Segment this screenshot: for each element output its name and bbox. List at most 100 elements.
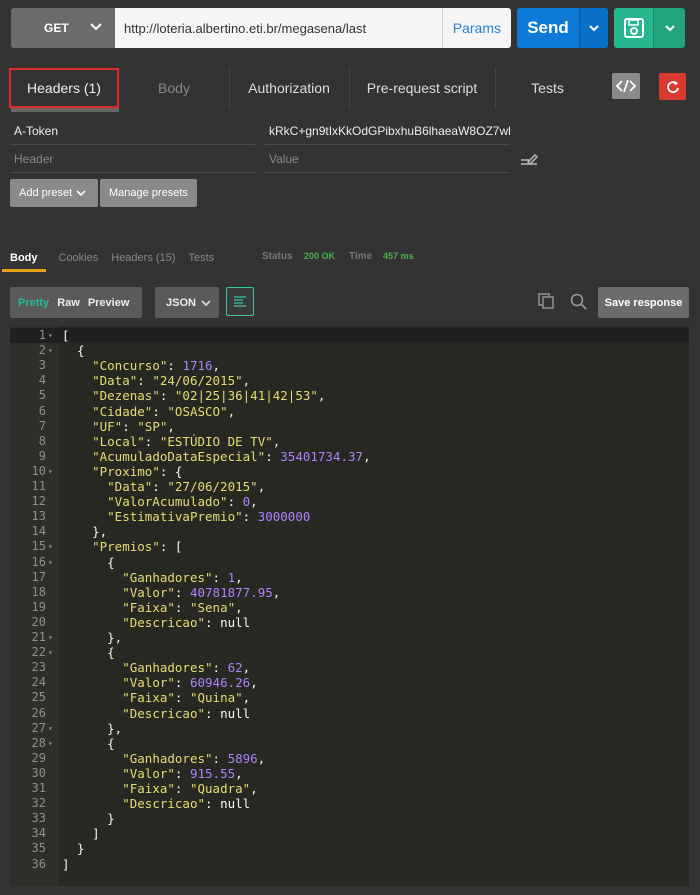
line-number: 6 (38, 403, 46, 418)
code-line: 8 "Local": "ESTÚDIO DE TV", (10, 434, 689, 449)
line-number: 28 (31, 735, 46, 750)
manage-presets-button[interactable]: Manage presets (100, 179, 197, 207)
code-text: "Cidade": "OSASCO", (92, 403, 236, 419)
reset-button[interactable] (659, 73, 686, 100)
time-value: 457 ms (383, 251, 414, 261)
save-button[interactable] (614, 8, 653, 48)
code-text: "Ganhadores": 62, (122, 660, 251, 676)
language-select[interactable]: JSON (155, 287, 219, 318)
format-raw[interactable]: Raw (57, 297, 80, 309)
code-line: 35 } (10, 841, 689, 856)
save-dropdown-button[interactable] (653, 8, 685, 48)
bulk-edit-icon[interactable] (519, 152, 539, 166)
tab-prerequest-script[interactable]: Pre-request script (349, 68, 494, 108)
fold-toggle-icon[interactable]: ▾ (48, 736, 58, 751)
code-line: 26 "Descricao": null (10, 706, 689, 721)
new-header-key-input[interactable]: Header (10, 146, 255, 173)
code-line: 22 ▾ { (10, 645, 689, 660)
code-line: 28 ▾ { (10, 736, 689, 751)
line-number: 31 (31, 781, 46, 795)
status-label: Status (262, 251, 293, 262)
header-key-input[interactable]: A-Token (10, 118, 255, 145)
tab-headers[interactable]: Headers (1) (9, 68, 119, 108)
code-text: "Descricao": null (122, 796, 251, 812)
send-dropdown-button[interactable] (579, 8, 608, 48)
wrap-lines-button[interactable] (226, 287, 254, 316)
code-text: { (62, 735, 115, 751)
add-preset-button[interactable]: Add preset (10, 179, 98, 207)
code-text: } (62, 841, 85, 857)
line-number: 13 (31, 509, 46, 524)
generate-code-button[interactable] (612, 73, 640, 99)
params-button[interactable]: Params (441, 8, 511, 48)
response-tabs: Body Cookies Headers (15) Tests (2, 246, 227, 272)
line-number: 14 (31, 524, 46, 539)
code-text: }, (62, 630, 123, 645)
fold-toggle-icon[interactable]: ▾ (48, 630, 58, 645)
code-text: }, (62, 720, 123, 736)
code-text: "Dezenas": "02|25|36|41|42|53", (92, 388, 326, 404)
line-number: 32 (31, 796, 46, 811)
code-line: 24 "Valor": 60946.26, (10, 675, 689, 690)
fold-toggle-icon[interactable]: ▾ (48, 721, 58, 736)
line-number: 11 (31, 479, 46, 493)
line-number: 3 (38, 358, 46, 373)
tab-response-body[interactable]: Body (2, 248, 46, 272)
code-line: 25 "Faixa": "Quina", (10, 690, 689, 705)
line-number: 21 (31, 630, 46, 644)
line-number: 17 (31, 569, 46, 584)
method-select[interactable]: GET (11, 8, 115, 48)
code-line: 30 "Valor": 915.55, (10, 766, 689, 781)
code-text: "Data": "24/06/2015", (92, 373, 251, 389)
save-response-button[interactable]: Save response (598, 287, 689, 318)
chevron-down-icon (90, 23, 102, 31)
fold-toggle-icon[interactable]: ▾ (48, 555, 58, 570)
url-input[interactable]: http://loteria.albertino.eti.br/megasena… (115, 21, 442, 36)
line-number: 18 (31, 584, 46, 599)
code-line: 3 "Concurso": 1716, (10, 358, 689, 373)
code-text: "Faixa": "Sena", (122, 599, 243, 615)
line-number: 27 (31, 720, 46, 735)
wrap-lines-icon (234, 295, 246, 307)
fold-toggle-icon[interactable]: ▾ (48, 464, 58, 479)
tab-response-cookies[interactable]: Cookies (59, 252, 99, 264)
line-number: 33 (31, 811, 46, 826)
format-pretty[interactable]: Pretty (18, 297, 49, 309)
fold-toggle-icon[interactable]: ▾ (48, 539, 58, 554)
code-line: 13 "EstimativaPremio": 3000000 (10, 509, 689, 524)
url-bar[interactable]: http://loteria.albertino.eti.br/megasena… (115, 8, 511, 48)
code-text: { (62, 554, 115, 570)
code-text: ] (62, 826, 100, 842)
code-text: "ValorAcumulado": 0, (107, 494, 258, 510)
code-icon (616, 79, 636, 93)
fold-toggle-icon[interactable]: ▾ (48, 328, 58, 343)
fold-toggle-icon[interactable]: ▾ (48, 343, 58, 358)
fold-toggle-icon[interactable]: ▾ (48, 645, 58, 660)
copy-icon[interactable] (538, 293, 554, 309)
active-tab-indicator (11, 108, 119, 112)
header-value-input[interactable]: kRkC+gn9tIxKkOdGPibxhuB6lhaeaW8OZ7wlq3 (265, 118, 510, 145)
line-number: 36 (31, 856, 46, 871)
tab-authorization[interactable]: Authorization (229, 68, 348, 108)
code-line: 10 ▾ "Proximo": { (10, 464, 689, 479)
response-body-viewer[interactable]: 1 ▾[2 ▾ {3 "Concurso": 1716, 4 "Data": "24/… (10, 326, 689, 886)
tab-tests[interactable]: Tests (495, 68, 599, 108)
code-line: 21 ▾ }, (10, 630, 689, 645)
send-button[interactable]: Send (517, 8, 579, 48)
code-text: }, (62, 524, 108, 540)
code-text: "Ganhadores": 5896, (122, 750, 266, 766)
tab-response-headers[interactable]: Headers (15) (111, 252, 175, 264)
tab-body[interactable]: Body (128, 68, 220, 108)
code-line: 19 "Faixa": "Sena", (10, 600, 689, 615)
code-line: 12 "ValorAcumulado": 0, (10, 494, 689, 509)
format-preview[interactable]: Preview (88, 297, 130, 309)
code-line: 4 "Data": "24/06/2015", (10, 373, 689, 388)
code-text: { (62, 343, 85, 359)
tab-response-tests[interactable]: Tests (188, 252, 214, 264)
code-text: [ (62, 328, 70, 343)
code-text: "EstimativaPremio": 3000000 (107, 509, 311, 525)
code-text: ] (62, 856, 70, 872)
new-header-value-input[interactable]: Value (265, 146, 510, 173)
code-text: "Valor": 60946.26, (122, 675, 258, 691)
search-icon[interactable] (570, 293, 587, 310)
